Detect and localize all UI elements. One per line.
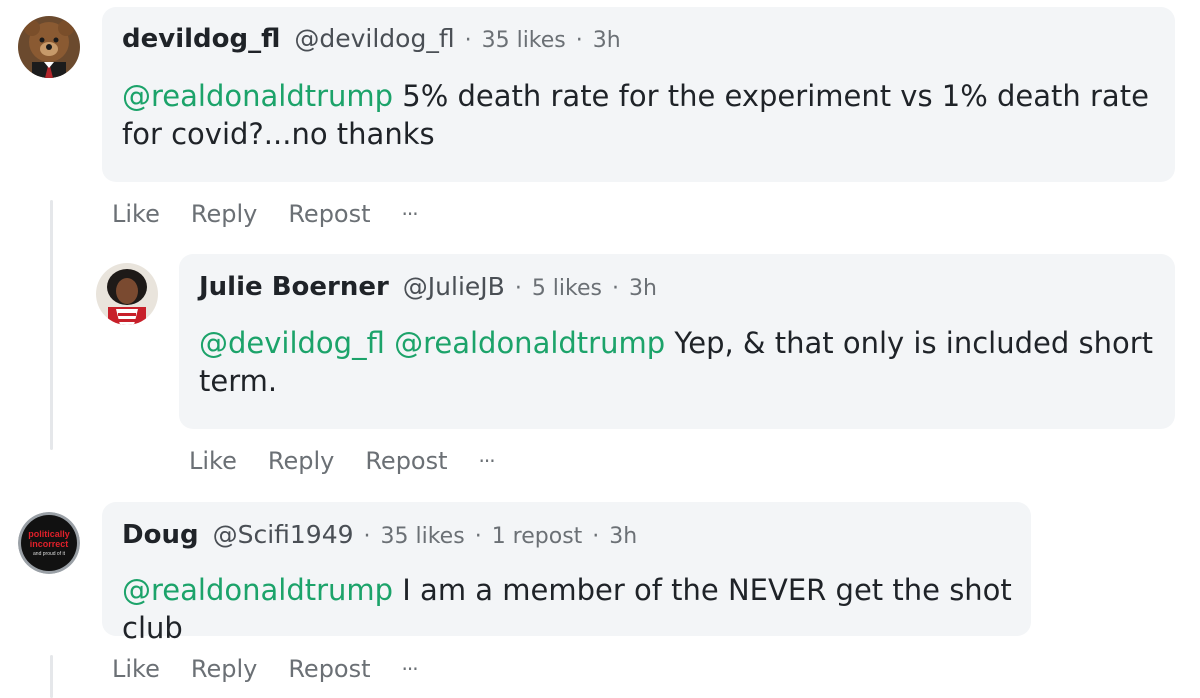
thread-line [50, 200, 53, 450]
comment-actions: Like Reply Repost ··· [189, 447, 496, 475]
timestamp: 3h [609, 524, 638, 549]
reply-button[interactable]: Reply [191, 200, 257, 228]
mention-link[interactable]: @realdonaldtrump [122, 573, 393, 607]
separator-dot: · [363, 524, 371, 549]
comment-header: devildog_fl @devildog_fl · 35 likes · 3h [122, 24, 621, 54]
mention-link[interactable]: @realdonaldtrump [122, 79, 393, 113]
mention-link[interactable]: @devildog_fl [199, 326, 385, 360]
separator-dot: · [611, 276, 619, 301]
thread-line [50, 655, 53, 698]
repost-button[interactable]: Repost [288, 655, 370, 683]
reply-button[interactable]: Reply [268, 447, 334, 475]
likes-count[interactable]: 5 likes [532, 276, 602, 301]
avatar-text-line3: and proud of it [33, 551, 66, 557]
comment-text: @devildog_fl @realdonaldtrump Yep, & tha… [199, 324, 1154, 400]
more-options-icon[interactable]: ··· [402, 657, 419, 681]
avatar[interactable] [18, 16, 80, 78]
avatar-text-line2: incorrect [30, 539, 69, 549]
separator-dot: · [514, 276, 522, 301]
comment-actions: Like Reply Repost ··· [112, 200, 419, 228]
author-handle[interactable]: @JulieJB [403, 272, 505, 301]
likes-count[interactable]: 35 likes [482, 28, 566, 53]
more-options-icon[interactable]: ··· [479, 449, 496, 473]
author-name[interactable]: Julie Boerner [199, 272, 389, 302]
comment-text: @realdonaldtrump 5% death rate for the e… [122, 77, 1152, 153]
comment-actions: Like Reply Repost ··· [112, 655, 419, 683]
author-name[interactable]: devildog_fl [122, 24, 280, 54]
reply-button[interactable]: Reply [191, 655, 257, 683]
mention-link[interactable]: @realdonaldtrump [394, 326, 665, 360]
repost-button[interactable]: Repost [288, 200, 370, 228]
like-button[interactable]: Like [112, 655, 160, 683]
comment-header: Doug @Scifi1949 · 35 likes · 1 repost · … [122, 520, 637, 550]
separator-dot: · [464, 28, 472, 53]
bear-avatar-icon [18, 16, 80, 78]
more-options-icon[interactable]: ··· [402, 202, 419, 226]
author-name[interactable]: Doug [122, 520, 199, 550]
like-button[interactable]: Like [112, 200, 160, 228]
separator-dot: · [592, 524, 600, 549]
reposts-count[interactable]: 1 repost [492, 524, 583, 549]
like-button[interactable]: Like [189, 447, 237, 475]
person-avatar-icon [96, 263, 158, 325]
comment-text: @realdonaldtrump I am a member of the NE… [122, 571, 1022, 647]
avatar-text-line1: politically [28, 529, 70, 539]
avatar[interactable] [96, 263, 158, 325]
author-handle[interactable]: @devildog_fl [294, 24, 454, 53]
timestamp: 3h [628, 276, 657, 301]
timestamp: 3h [592, 28, 621, 53]
avatar[interactable]: politically incorrect and proud of it [18, 512, 80, 574]
likes-count[interactable]: 35 likes [381, 524, 465, 549]
author-handle[interactable]: @Scifi1949 [213, 520, 354, 549]
separator-dot: · [575, 28, 583, 53]
badge-avatar-icon: politically incorrect and proud of it [18, 512, 80, 574]
separator-dot: · [474, 524, 482, 549]
repost-button[interactable]: Repost [365, 447, 447, 475]
comment-header: Julie Boerner @JulieJB · 5 likes · 3h [199, 272, 657, 302]
